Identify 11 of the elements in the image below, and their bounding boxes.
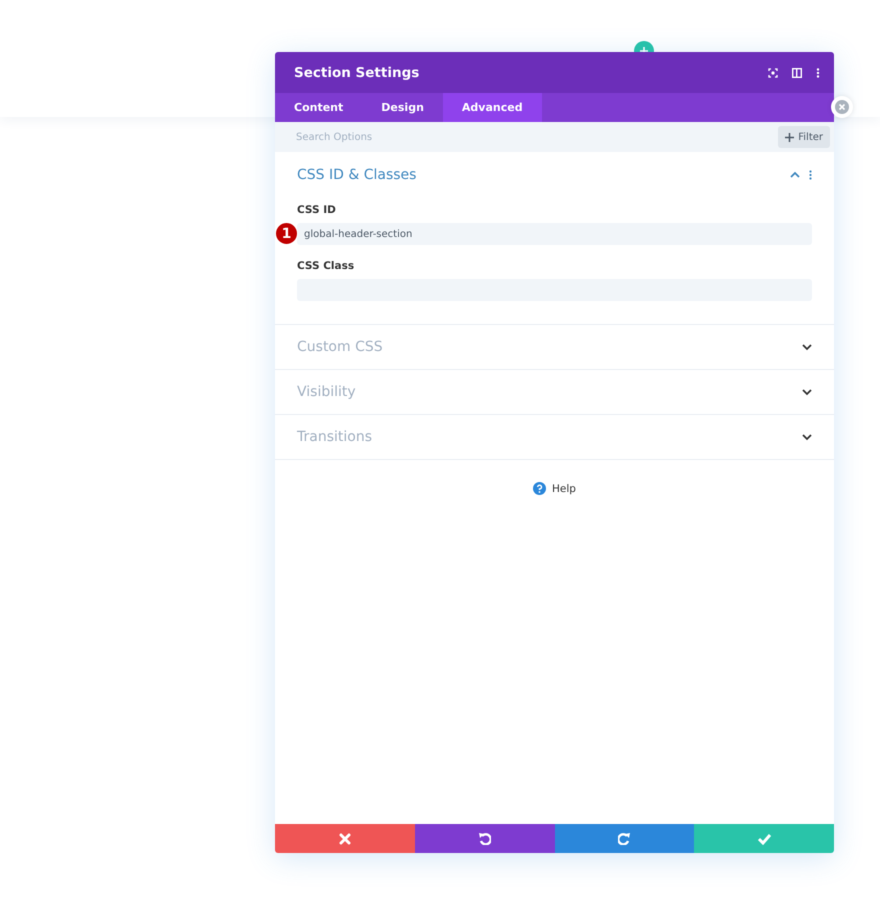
field-label: CSS ID	[297, 204, 337, 216]
section-title[interactable]: CSS ID & Classes	[297, 167, 790, 183]
field-label: CSS Class	[297, 260, 356, 272]
tab[interactable]: Design	[362, 93, 443, 122]
tab[interactable]: Content	[275, 93, 362, 122]
help-link[interactable]: Help	[552, 482, 576, 494]
filter-button[interactable]: Filter	[778, 126, 830, 148]
window-title: Section Settings	[294, 64, 420, 80]
step-badge: 1	[275, 222, 298, 245]
tab[interactable]: Advanced	[442, 93, 542, 122]
input-field[interactable]: global-header-section	[297, 223, 812, 245]
